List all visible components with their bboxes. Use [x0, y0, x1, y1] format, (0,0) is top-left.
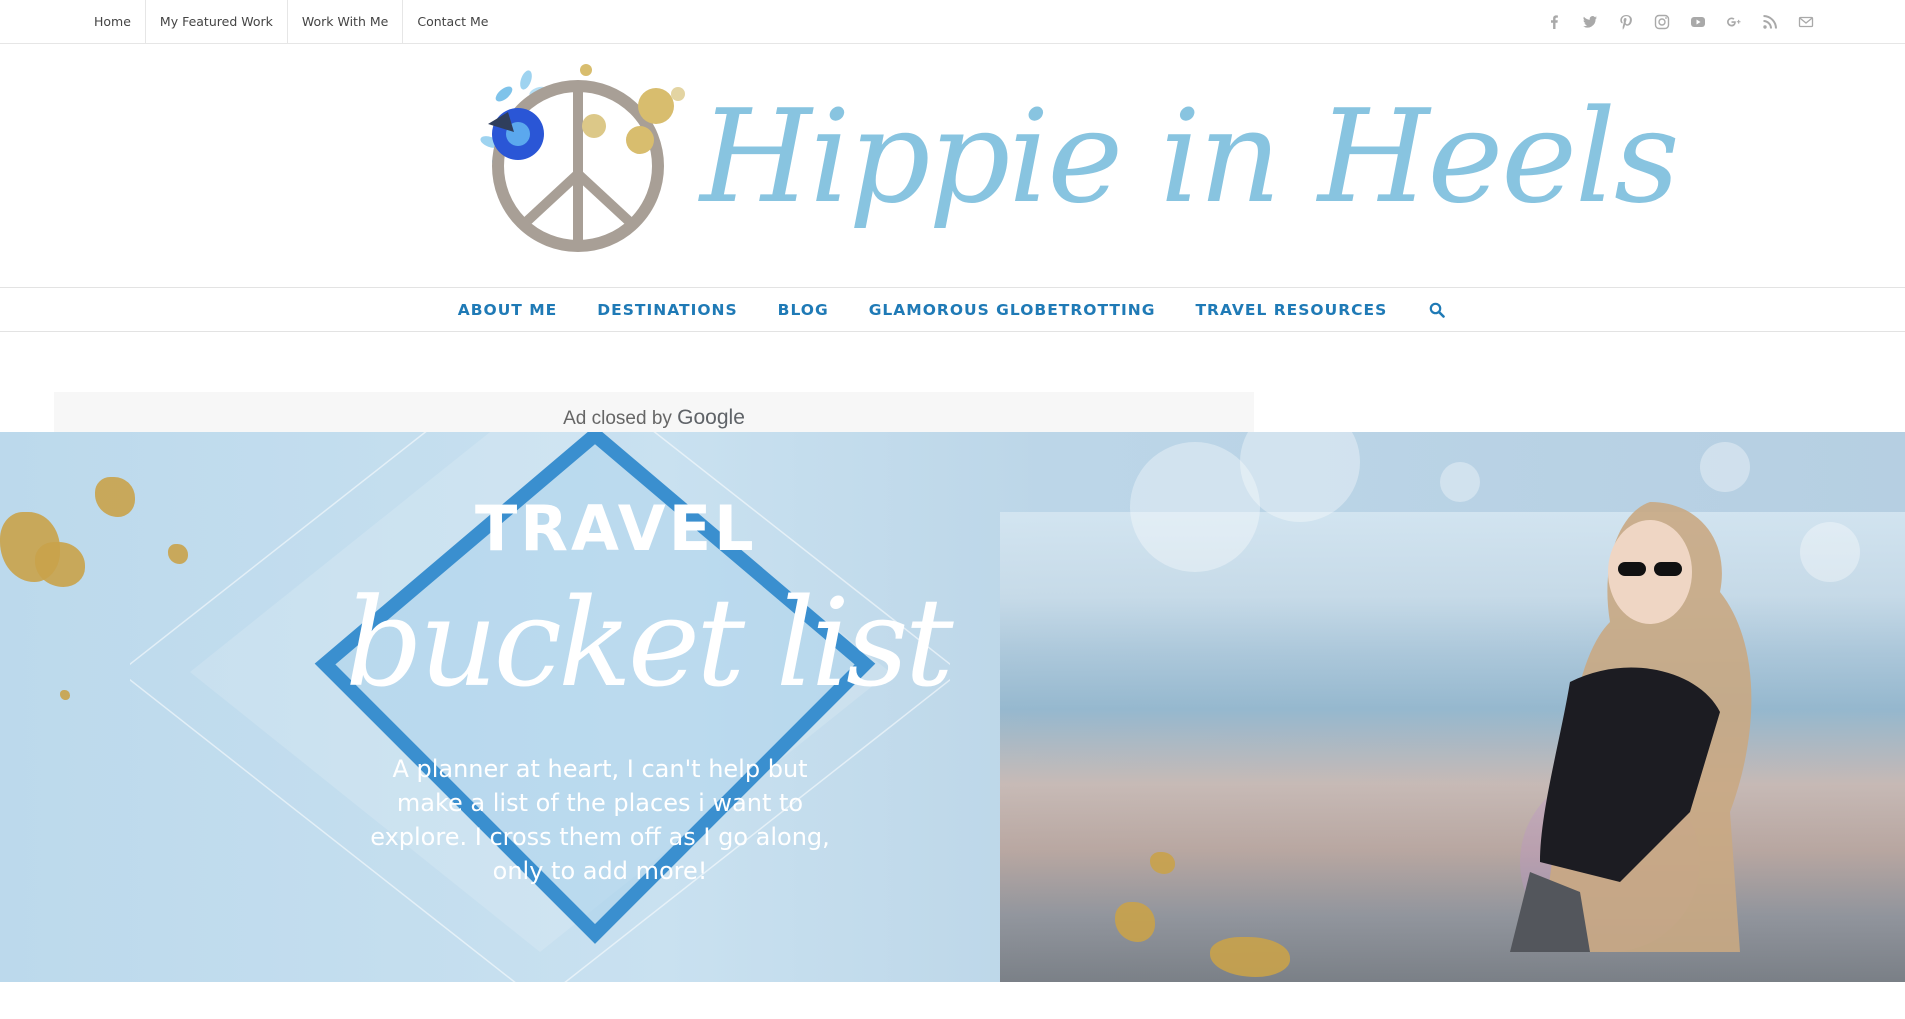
gold-flake: [95, 477, 135, 517]
pinterest-icon[interactable]: [1617, 13, 1635, 31]
twitter-icon[interactable]: [1581, 13, 1599, 31]
top-menu-item-work-with-me[interactable]: Work With Me: [288, 0, 404, 44]
ad-closed-label: Ad closed by Google: [54, 406, 1254, 430]
gold-flake: [1150, 852, 1175, 874]
bokeh-bubble: [1440, 462, 1480, 502]
google-wordmark: Google: [677, 406, 745, 429]
hero-script-heading: bucket list: [345, 572, 954, 714]
hero-banner[interactable]: TRAVEL bucket list A planner at heart, I…: [0, 432, 1905, 982]
ad-closed-banner: Ad closed by Google: [54, 392, 1254, 432]
woman-sitting-photo: [1500, 482, 1830, 952]
rss-icon[interactable]: [1761, 13, 1779, 31]
nav-item-glamorous-globetrotting[interactable]: GLAMOROUS GLOBETROTTING: [869, 301, 1156, 319]
peace-sign-logo-icon: [480, 64, 685, 252]
nav-item-destinations[interactable]: DESTINATIONS: [597, 301, 737, 319]
nav-item-travel-resources[interactable]: TRAVEL RESOURCES: [1195, 301, 1387, 319]
top-menu: Home My Featured Work Work With Me Conta…: [80, 0, 502, 44]
logo-wordmark: Hippie in Heels: [700, 83, 1680, 232]
top-menu-item-home[interactable]: Home: [80, 0, 146, 44]
google-plus-icon[interactable]: [1725, 13, 1743, 31]
hero-title: TRAVEL: [475, 492, 757, 565]
top-bar: Home My Featured Work Work With Me Conta…: [0, 0, 1905, 44]
search-icon[interactable]: [1427, 300, 1447, 320]
social-links: [1545, 0, 1815, 44]
mail-icon[interactable]: [1797, 13, 1815, 31]
top-menu-item-featured-work[interactable]: My Featured Work: [146, 0, 288, 44]
facebook-icon[interactable]: [1545, 13, 1563, 31]
gold-flake: [60, 690, 70, 700]
youtube-icon[interactable]: [1689, 13, 1707, 31]
hero-subtitle: A planner at heart, I can't help but mak…: [370, 755, 830, 885]
gold-flake: [168, 544, 188, 564]
top-menu-item-contact-me[interactable]: Contact Me: [403, 0, 502, 44]
page: Home My Featured Work Work With Me Conta…: [0, 0, 1905, 1019]
instagram-icon[interactable]: [1653, 13, 1671, 31]
ad-closed-prefix: Ad closed by: [563, 408, 672, 429]
nav-item-blog[interactable]: BLOG: [778, 301, 829, 319]
header-logo-area: Hippie in Heels: [0, 44, 1905, 287]
main-nav: ABOUT ME DESTINATIONS BLOG GLAMOROUS GLO…: [0, 287, 1905, 332]
nav-item-about-me[interactable]: ABOUT ME: [458, 301, 558, 319]
site-logo[interactable]: Hippie in Heels: [468, 54, 1680, 269]
